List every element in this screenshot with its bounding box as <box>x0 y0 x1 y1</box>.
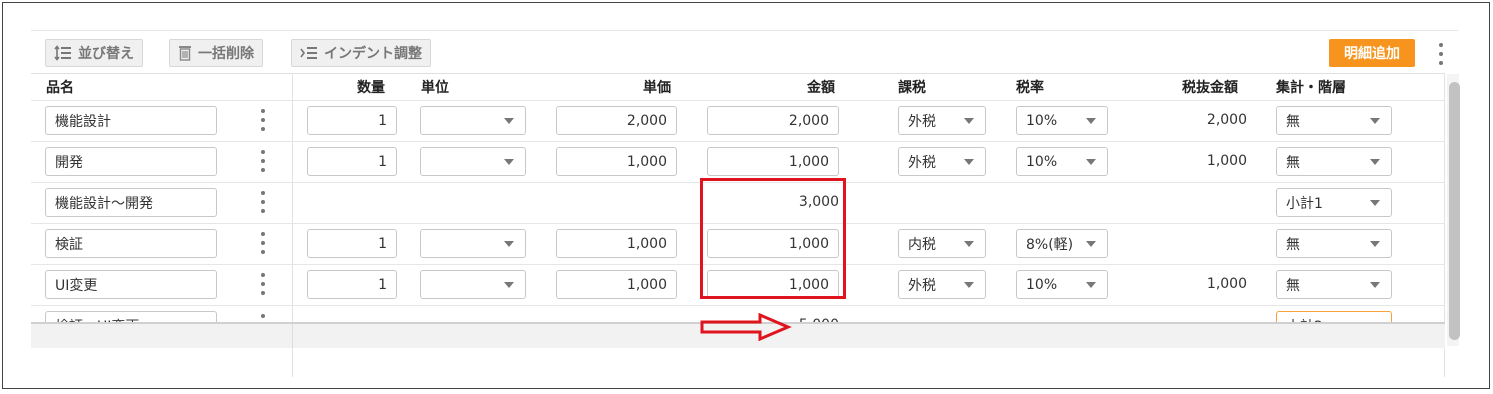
qty-field[interactable]: 1 <box>307 229 397 258</box>
chevron-down-icon <box>964 118 974 124</box>
pretax-amount: 2,000 <box>1206 112 1247 128</box>
aggregate-select[interactable]: 小計1 <box>1276 188 1392 217</box>
aggregate-value: 小計1 <box>1286 195 1323 212</box>
tax-rate-value: 10% <box>1026 276 1058 293</box>
tax-type-select[interactable]: 外税 <box>898 270 986 299</box>
chevron-down-icon <box>1086 159 1096 165</box>
chevron-down-icon <box>504 118 514 124</box>
chevron-down-icon <box>964 282 974 288</box>
tax-type-select[interactable]: 外税 <box>898 147 986 176</box>
table-row: 開発 1 1,000 1,000 外税 10% 1,000 無 <box>31 141 1445 182</box>
row-menu-icon[interactable] <box>259 273 267 295</box>
column-header-aggregate: 集計・階層 <box>1276 80 1346 96</box>
row-menu-icon[interactable] <box>259 191 267 213</box>
window-frame: 並び替え 一括削除 インデント調整 明細追加 品名 数量 単位 単価 金額 課税… <box>2 2 1490 389</box>
item-name-field[interactable]: 機能設計〜開発 <box>45 188 217 217</box>
footer-divider <box>292 324 293 348</box>
chevron-down-icon <box>1086 118 1096 124</box>
table-row: 機能設計 1 2,000 2,000 外税 10% 2,000 無 <box>31 100 1445 141</box>
aggregate-value: 無 <box>1286 113 1300 130</box>
chevron-down-icon <box>1086 241 1096 247</box>
bulk-delete-button[interactable]: 一括削除 <box>169 39 263 67</box>
pretax-amount: 1,000 <box>1206 276 1247 292</box>
arrow-right-icon <box>700 313 792 341</box>
chevron-down-icon <box>504 282 514 288</box>
column-header-tax-rate: 税率 <box>1016 80 1044 96</box>
tax-rate-select[interactable]: 8%(軽) <box>1016 229 1108 258</box>
unit-select[interactable] <box>420 229 526 258</box>
unit-select[interactable] <box>420 106 526 135</box>
sort-button-label: 並び替え <box>78 46 134 62</box>
unit-select[interactable] <box>420 270 526 299</box>
indent-adjust-label: インデント調整 <box>324 46 422 62</box>
more-menu-icon[interactable] <box>1431 41 1451 67</box>
add-detail-button[interactable]: 明細追加 <box>1329 39 1415 67</box>
chevron-down-icon <box>1370 282 1380 288</box>
tax-type-value: 外税 <box>908 113 936 130</box>
aggregate-select[interactable]: 無 <box>1276 229 1392 258</box>
tax-type-select[interactable]: 外税 <box>898 106 986 135</box>
item-name-field[interactable]: 検証 <box>45 229 217 258</box>
row-menu-icon[interactable] <box>259 150 267 172</box>
tax-type-select[interactable]: 内税 <box>898 229 986 258</box>
vertical-scrollbar-thumb[interactable] <box>1449 82 1460 340</box>
chevron-down-icon <box>1370 118 1380 124</box>
item-name-field[interactable]: 開発 <box>45 147 217 176</box>
aggregate-value: 無 <box>1286 277 1300 294</box>
unit-price-field[interactable]: 1,000 <box>556 229 677 258</box>
trash-icon <box>178 45 192 61</box>
chevron-down-icon <box>504 159 514 165</box>
unit-select[interactable] <box>420 147 526 176</box>
tax-rate-select[interactable]: 10% <box>1016 106 1108 135</box>
column-header-unit: 単位 <box>421 80 449 96</box>
tax-rate-value: 10% <box>1026 112 1058 129</box>
amount-field[interactable]: 1,000 <box>707 147 839 176</box>
amount-field[interactable]: 2,000 <box>707 106 839 135</box>
column-header-pretax: 税抜金額 <box>1182 80 1238 96</box>
column-header-tax-type: 課税 <box>898 80 926 96</box>
chevron-down-icon <box>504 241 514 247</box>
column-header-item: 品名 <box>46 80 74 96</box>
qty-field[interactable]: 1 <box>307 147 397 176</box>
sort-list-icon <box>54 45 72 61</box>
tax-type-value: 外税 <box>908 277 936 294</box>
chevron-down-icon <box>1370 241 1380 247</box>
aggregate-value: 無 <box>1286 236 1300 253</box>
sort-button[interactable]: 並び替え <box>45 39 143 67</box>
qty-field[interactable]: 1 <box>307 106 397 135</box>
unit-price-field[interactable]: 1,000 <box>556 270 677 299</box>
aggregate-value: 無 <box>1286 154 1300 171</box>
row-menu-icon[interactable] <box>259 232 267 254</box>
tax-rate-value: 8%(軽) <box>1026 236 1074 253</box>
item-name-field[interactable]: UI変更 <box>45 270 217 299</box>
qty-field[interactable]: 1 <box>307 270 397 299</box>
tax-type-value: 外税 <box>908 154 936 171</box>
chevron-down-icon <box>1370 159 1380 165</box>
column-header-unit-price: 単価 <box>643 80 671 96</box>
bulk-delete-label: 一括削除 <box>198 46 254 62</box>
chevron-down-icon <box>964 159 974 165</box>
aggregate-select[interactable]: 無 <box>1276 270 1392 299</box>
tax-rate-select[interactable]: 10% <box>1016 147 1108 176</box>
highlight-box-annotation <box>700 178 846 299</box>
tax-rate-value: 10% <box>1026 153 1058 170</box>
row-menu-icon[interactable] <box>259 109 267 131</box>
unit-price-field[interactable]: 2,000 <box>556 106 677 135</box>
tax-type-value: 内税 <box>908 236 936 253</box>
indent-icon <box>300 45 318 61</box>
chevron-down-icon <box>1086 282 1096 288</box>
chevron-down-icon <box>964 241 974 247</box>
column-header-amount: 金額 <box>807 80 835 96</box>
aggregate-select[interactable]: 無 <box>1276 147 1392 176</box>
pretax-amount: 1,000 <box>1206 153 1247 169</box>
column-header-qty: 数量 <box>357 80 385 96</box>
aggregate-select[interactable]: 無 <box>1276 106 1392 135</box>
chevron-down-icon <box>1370 200 1380 206</box>
indent-adjust-button[interactable]: インデント調整 <box>291 39 431 67</box>
item-name-field[interactable]: 機能設計 <box>45 106 217 135</box>
tax-rate-select[interactable]: 10% <box>1016 270 1108 299</box>
unit-price-field[interactable]: 1,000 <box>556 147 677 176</box>
